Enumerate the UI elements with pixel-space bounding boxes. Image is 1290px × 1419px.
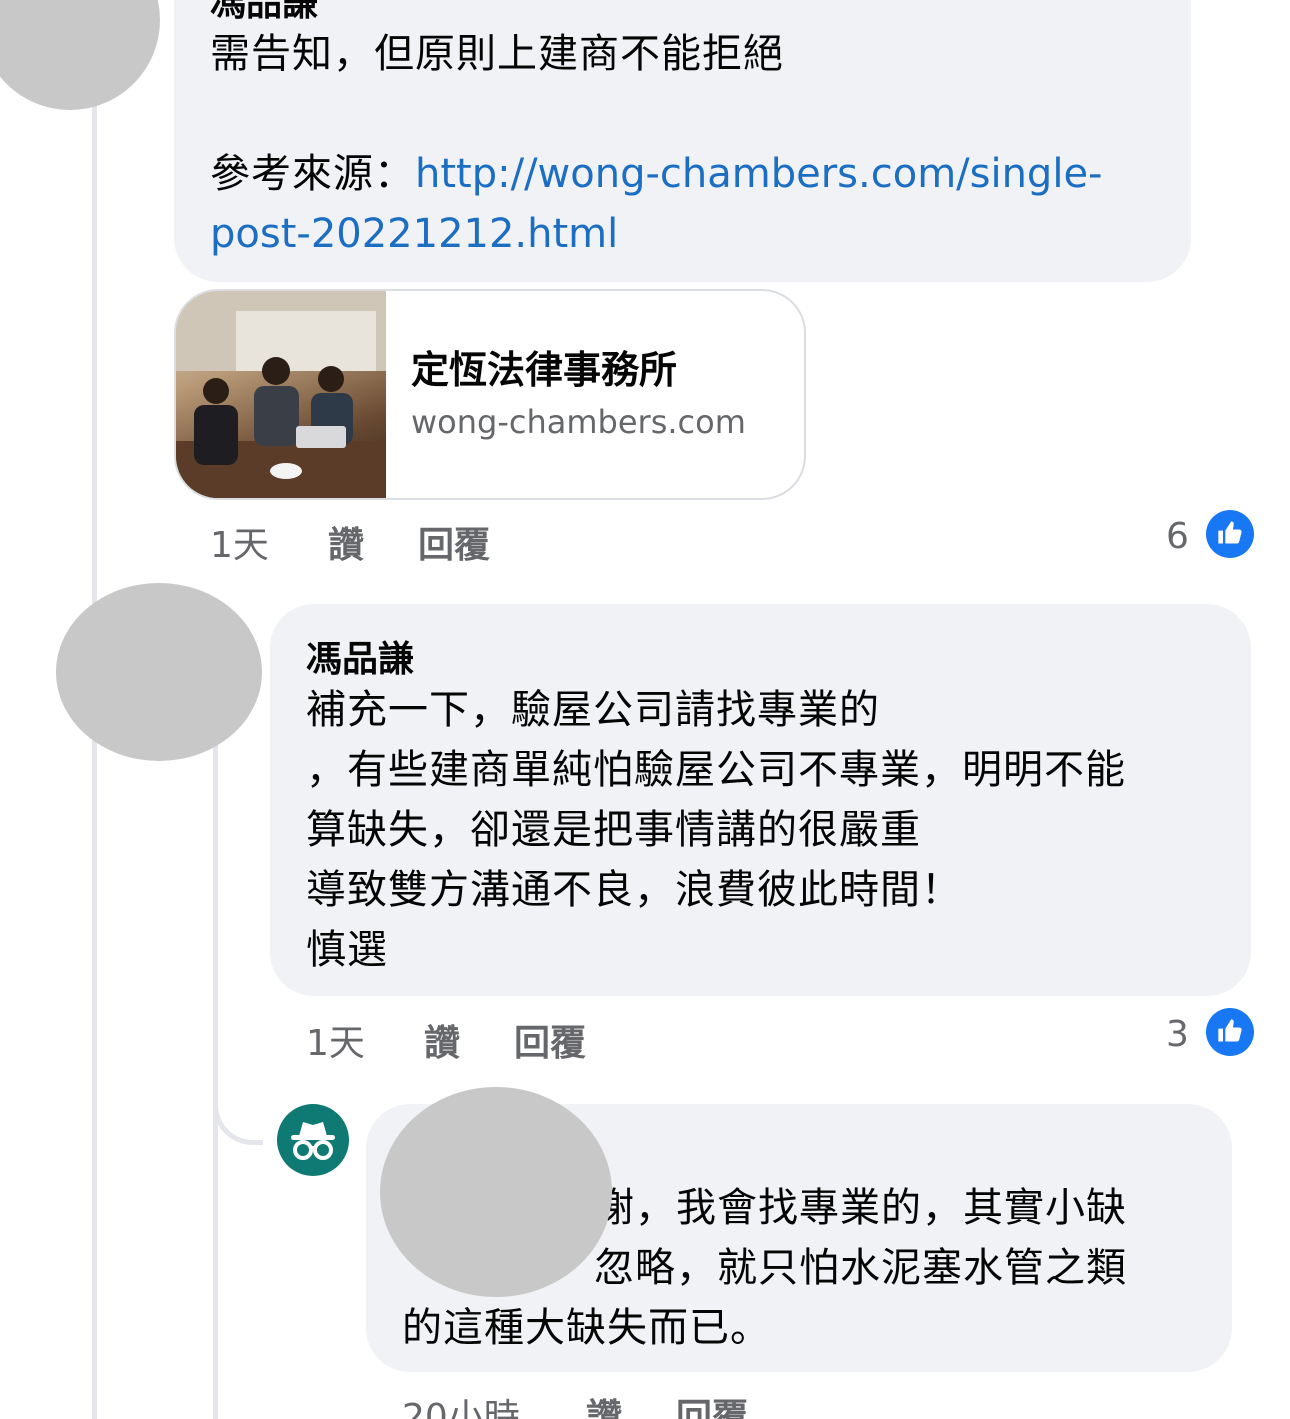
thread-connector-main	[92, 90, 97, 1419]
like-count[interactable]: 6	[1166, 516, 1189, 557]
comment-author[interactable]: 馮品謙	[306, 630, 414, 682]
like-button[interactable]: 讚	[328, 516, 364, 568]
thumbs-up-icon[interactable]	[1206, 510, 1254, 558]
link-preview-thumbnail	[176, 291, 386, 498]
reply-button[interactable]: 回覆	[676, 1388, 748, 1419]
link-preview-title: 定恆法律事務所	[411, 348, 678, 392]
thumbs-up-icon[interactable]	[1206, 1008, 1254, 1056]
like-button[interactable]: 讚	[586, 1388, 622, 1419]
comment-timestamp[interactable]: 1天	[210, 516, 269, 568]
link-preview-domain: wong-chambers.com	[411, 403, 746, 441]
comment-text: 補充一下，驗屋公司請找專業的 ，有些建商單純怕驗屋公司不專業，明明不能 算缺失，…	[306, 687, 1126, 973]
comment-bubble: 馮品謙 補充一下，驗屋公司請找專業的 ，有些建商單純怕驗屋公司不專業，明明不能 …	[270, 604, 1251, 996]
source-link[interactable]: http://wong-chambers.com/single-	[415, 151, 1102, 197]
comment-text-source-label: 參考來源：http://wong-chambers.com/single-	[210, 144, 1102, 204]
comment-timestamp[interactable]: 1天	[306, 1014, 365, 1066]
like-button[interactable]: 讚	[424, 1014, 460, 1066]
incognito-icon[interactable]	[277, 1104, 349, 1176]
source-link-continued[interactable]: post-20221212.html	[210, 204, 618, 264]
avatar-redacted[interactable]	[56, 583, 262, 761]
avatar-redacted[interactable]	[0, 0, 160, 110]
comment-bubble: 馮品謙 需告知，但原則上建商不能拒絕 參考來源：http://wong-cham…	[174, 0, 1191, 282]
like-count[interactable]: 3	[1166, 1014, 1189, 1055]
link-preview-card[interactable]: 定恆法律事務所 wong-chambers.com	[174, 289, 806, 500]
comment-author[interactable]: 馮品謙	[210, 0, 318, 26]
redaction-blob	[380, 1087, 612, 1297]
comment-timestamp[interactable]: 20小時	[402, 1388, 520, 1419]
comment-text-line: 忽略，就只怕水泥塞水管之類	[594, 1245, 1127, 1291]
thread-connector-curve	[213, 1060, 263, 1145]
comment-thread: 馮品謙 需告知，但原則上建商不能拒絕 參考來源：http://wong-cham…	[0, 0, 1290, 1419]
reply-button[interactable]: 回覆	[418, 516, 490, 568]
reply-button[interactable]: 回覆	[514, 1014, 586, 1066]
comment-text-line: 需告知，但原則上建商不能拒絕	[210, 31, 784, 77]
source-label: 參考來源：	[210, 151, 415, 197]
comment-text-line: 的這種大缺失而已。	[402, 1305, 771, 1351]
comment-text-line: 謝，我會找專業的，其實小缺	[594, 1185, 1127, 1231]
